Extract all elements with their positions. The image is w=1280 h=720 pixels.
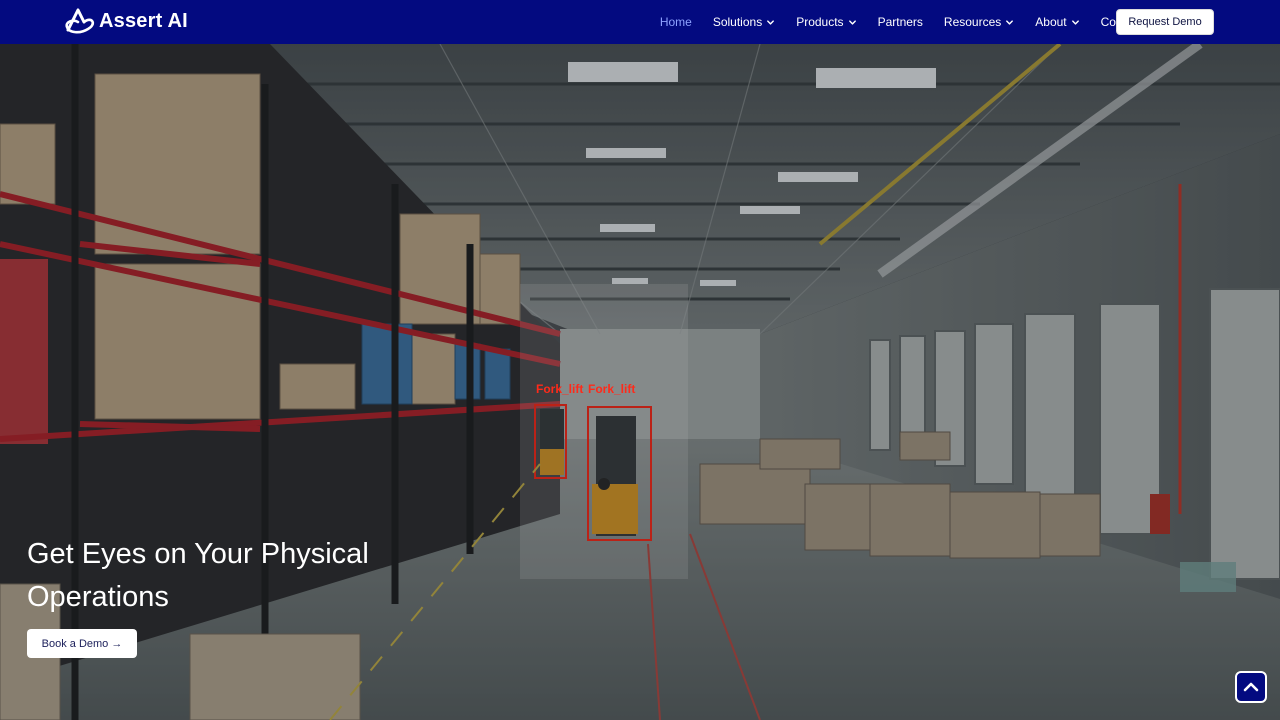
brand-logo-link[interactable]: Assert AI bbox=[64, 6, 188, 36]
nav-about[interactable]: About bbox=[1035, 15, 1079, 29]
detection-label: Fork_lift bbox=[536, 382, 584, 396]
nav-partners[interactable]: Partners bbox=[878, 15, 923, 29]
landing-page: Assert AI Home Solutions Products Partne… bbox=[0, 0, 1280, 720]
nav-home-label: Home bbox=[659, 15, 692, 29]
hero-title: Get Eyes on Your Physical Operations bbox=[27, 538, 369, 613]
chevron-down-icon bbox=[1006, 19, 1014, 25]
detection-label: Fork_lift bbox=[588, 382, 636, 396]
nav-about-label: About bbox=[1035, 15, 1067, 29]
scroll-to-top-button[interactable] bbox=[1235, 671, 1267, 703]
request-demo-button[interactable]: Request Demo bbox=[1116, 9, 1214, 35]
assert-logo-icon bbox=[65, 8, 95, 34]
nav-resources[interactable]: Resources bbox=[944, 15, 1014, 29]
nav-products-label: Products bbox=[796, 15, 844, 29]
chevron-down-icon bbox=[767, 19, 775, 25]
nav-solutions[interactable]: Solutions bbox=[713, 15, 775, 29]
book-demo-button[interactable]: Book a Demo → bbox=[27, 629, 137, 658]
nav-products[interactable]: Products bbox=[796, 15, 856, 29]
main-nav: Home Solutions Products Partners Resourc… bbox=[639, 0, 1142, 44]
nav-partners-label: Partners bbox=[877, 15, 923, 29]
hero-section: Fork_lift Fork_lift Get Eyes on Your Phy… bbox=[0, 44, 1280, 720]
chevron-down-icon bbox=[848, 19, 856, 25]
chevron-up-icon bbox=[1243, 682, 1259, 692]
nav-resources-label: Resources bbox=[943, 15, 1002, 29]
chevron-down-icon bbox=[1071, 19, 1079, 25]
top-navbar: Assert AI Home Solutions Products Partne… bbox=[0, 0, 1280, 44]
nav-solutions-label: Solutions bbox=[712, 15, 763, 29]
brand-name: Assert AI bbox=[99, 9, 188, 32]
nav-home[interactable]: Home bbox=[660, 15, 692, 29]
